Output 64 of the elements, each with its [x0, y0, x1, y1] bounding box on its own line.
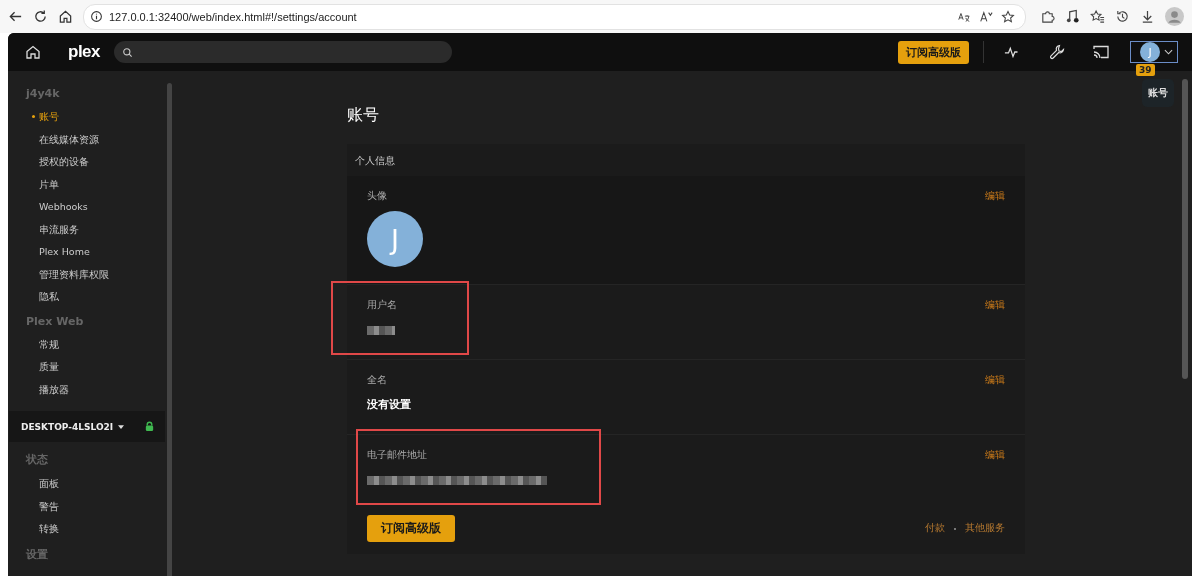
- search-field[interactable]: [114, 41, 453, 63]
- home-icon[interactable]: [24, 44, 42, 60]
- download-icon[interactable]: [1140, 9, 1155, 24]
- field-label: 电子邮件地址: [367, 449, 427, 462]
- profile-icon[interactable]: [1165, 7, 1184, 26]
- sidebar-item[interactable]: 面板: [8, 473, 165, 496]
- avatar: J: [1140, 42, 1160, 62]
- field-label: 头像: [367, 190, 387, 203]
- info-icon[interactable]: [90, 10, 103, 23]
- extension-icon[interactable]: [1040, 9, 1055, 24]
- section-heading: j4y4k: [24, 86, 61, 102]
- sidebar-item[interactable]: 质量: [8, 356, 165, 379]
- section-title: 个人信息: [354, 154, 396, 168]
- sidebar-item[interactable]: 串流服务: [8, 218, 165, 241]
- notification-badge: 39: [1136, 64, 1155, 76]
- section-heading: 状态: [24, 452, 49, 468]
- chevron-down-icon: [1164, 49, 1173, 55]
- field-label: 用户名: [367, 299, 397, 312]
- server-name: DESKTOP-4LSLO2I: [21, 421, 114, 432]
- home-icon[interactable]: [58, 9, 73, 24]
- server-selector[interactable]: DESKTOP-4LSLO2I: [9, 411, 165, 442]
- tooltip: 账号: [1142, 79, 1174, 107]
- search-icon: [122, 46, 134, 58]
- edit-link[interactable]: 编辑: [985, 449, 1005, 462]
- caret-icon: [118, 424, 125, 429]
- footer-link[interactable]: 其他服务: [965, 522, 1005, 535]
- back-icon[interactable]: [8, 9, 23, 24]
- sidebar-item[interactable]: 警告: [8, 495, 165, 518]
- url-text: 127.0.0.1:32400/web/index.html#!/settings/account: [109, 10, 357, 23]
- avatar: J: [367, 211, 423, 267]
- address-bar[interactable]: 127.0.0.1:32400/web/index.html#!/settings/account: [83, 3, 1026, 30]
- edit-link[interactable]: 编辑: [985, 299, 1005, 312]
- sidebar-item[interactable]: 授权的设备: [8, 151, 165, 174]
- sidebar-item[interactable]: 管理资料库权限: [8, 263, 165, 286]
- history-icon[interactable]: [1115, 9, 1130, 24]
- favorites-icon[interactable]: [1090, 9, 1105, 24]
- read-aloud-icon[interactable]: [979, 9, 993, 24]
- logo[interactable]: plex: [68, 42, 101, 62]
- sidebar-item[interactable]: Webhooks: [8, 196, 165, 219]
- section-heading: 设置: [25, 546, 49, 563]
- footer-link[interactable]: 付款: [925, 522, 945, 535]
- music-icon[interactable]: [1065, 9, 1080, 24]
- upgrade-button[interactable]: 订阅高级版: [367, 515, 455, 542]
- sidebar-item[interactable]: 转换: [8, 518, 165, 541]
- sidebar-item[interactable]: Plex Home: [8, 241, 165, 264]
- settings-icon[interactable]: [1048, 44, 1066, 60]
- cast-icon[interactable]: [1092, 44, 1110, 60]
- sidebar-item[interactable]: 在线媒体资源: [8, 128, 165, 151]
- sidebar-item[interactable]: 账号: [8, 106, 165, 129]
- field-value: 没有设置: [367, 397, 412, 412]
- edit-link[interactable]: 编辑: [985, 190, 1005, 203]
- sidebar-item[interactable]: 播放器: [8, 378, 165, 401]
- field-label: 全名: [367, 374, 387, 387]
- sidebar-item[interactable]: 片单: [8, 173, 165, 196]
- lock-icon: [144, 421, 155, 432]
- sidebar-item[interactable]: 常规: [8, 333, 165, 356]
- section-heading: Plex Web: [25, 313, 85, 330]
- star-icon[interactable]: [1001, 9, 1015, 24]
- redacted-value: [367, 326, 395, 335]
- page-title: 账号: [347, 105, 379, 126]
- sidebar-item[interactable]: 隐私: [8, 286, 165, 309]
- reload-icon[interactable]: [33, 9, 48, 24]
- edit-link[interactable]: 编辑: [985, 374, 1005, 387]
- upgrade-button[interactable]: 订阅高级版: [898, 40, 969, 64]
